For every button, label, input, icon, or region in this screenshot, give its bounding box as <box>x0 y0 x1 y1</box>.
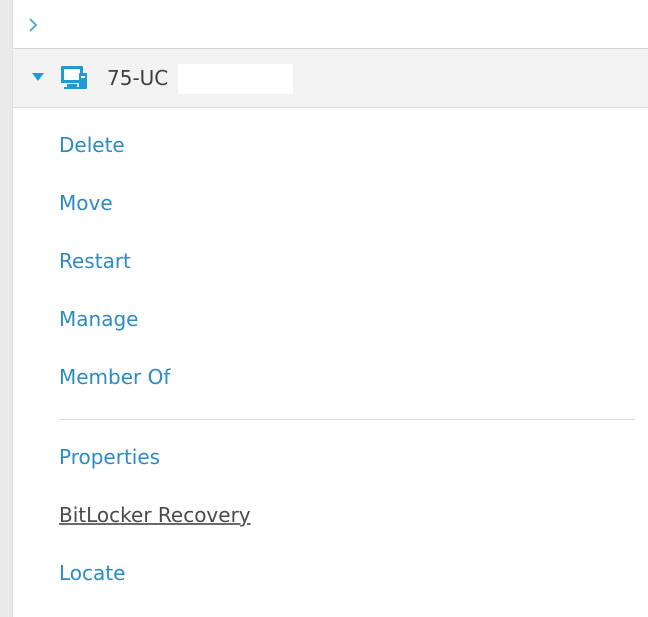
object-actions-panel: 75-UC Delete Move Restart Manage Member … <box>0 0 648 617</box>
primary-actions: Delete Move Restart Manage Member Of <box>59 133 170 423</box>
manage-action[interactable]: Manage <box>59 307 170 365</box>
redacted-area <box>178 64 293 94</box>
move-action[interactable]: Move <box>59 191 170 249</box>
node-title: 75-UC <box>107 66 169 90</box>
properties-action[interactable]: Properties <box>59 445 251 503</box>
bitlocker-recovery-action[interactable]: BitLocker Recovery <box>59 503 251 561</box>
computer-icon <box>59 65 89 91</box>
menu-divider <box>59 419 635 420</box>
restart-action[interactable]: Restart <box>59 249 170 307</box>
delete-action[interactable]: Delete <box>59 133 170 191</box>
chevron-right-icon[interactable] <box>26 16 40 34</box>
member-of-action[interactable]: Member Of <box>59 365 170 423</box>
top-strip <box>13 0 648 49</box>
node-header[interactable]: 75-UC <box>13 49 648 108</box>
locate-action[interactable]: Locate <box>59 561 251 617</box>
caret-down-icon[interactable] <box>31 70 45 84</box>
left-rail <box>0 0 13 617</box>
secondary-actions: Properties BitLocker Recovery Locate <box>59 445 251 617</box>
